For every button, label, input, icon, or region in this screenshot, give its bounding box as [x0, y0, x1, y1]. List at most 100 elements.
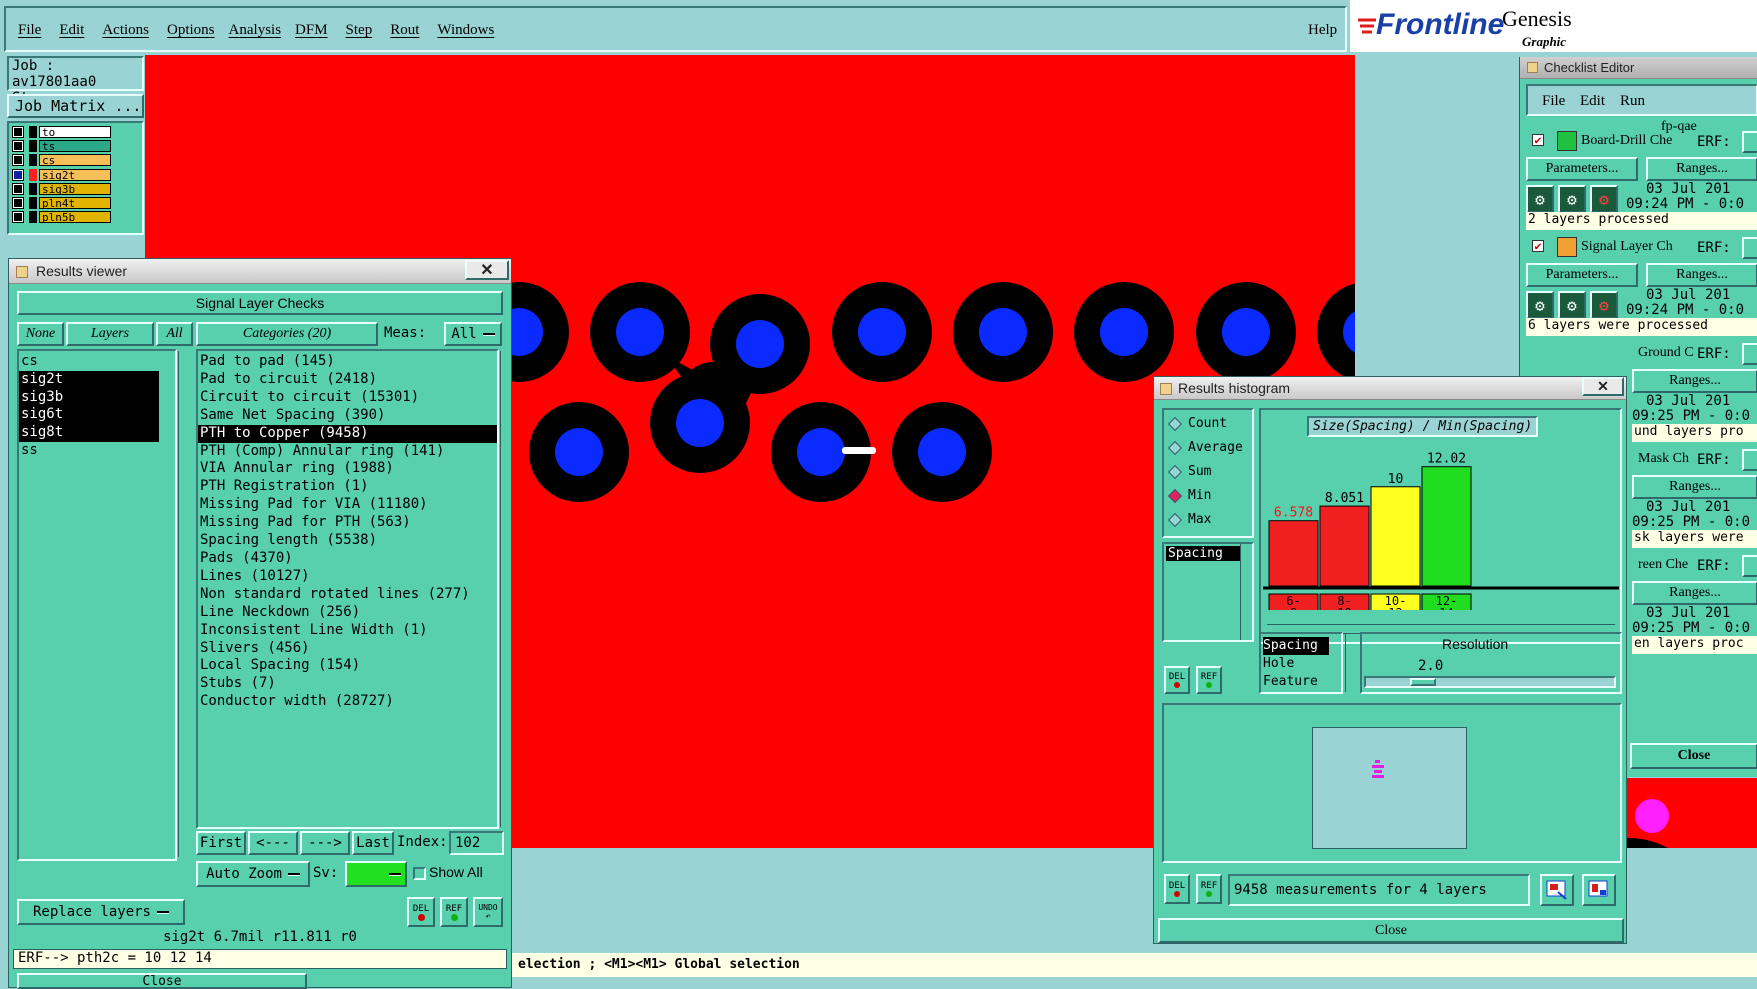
histogram-bar[interactable] — [1421, 466, 1472, 587]
result-layer-item[interactable]: sig2t — [19, 370, 159, 389]
mode-max-option[interactable]: Max — [1167, 512, 1211, 527]
measure-selected[interactable]: Spacing — [1166, 546, 1240, 561]
preview-ref-button[interactable]: REF — [1196, 874, 1222, 904]
erf-dropdown[interactable] — [1742, 343, 1757, 365]
prev-button[interactable]: <--- — [248, 831, 298, 855]
params-button[interactable]: Parameters... — [1526, 157, 1638, 181]
erf-dropdown[interactable] — [1742, 131, 1757, 153]
layer-row[interactable]: cs — [9, 153, 142, 167]
menu-item-edit[interactable]: Edit — [59, 22, 84, 39]
category-item[interactable]: Same Net Spacing (390) — [198, 407, 497, 425]
measure-scrollbar[interactable] — [1240, 544, 1252, 640]
last-button[interactable]: Last — [352, 831, 394, 855]
layer-results-list[interactable]: cs sig2t sig3b sig6t sig8t ss — [17, 349, 177, 861]
next-button[interactable]: ---> — [300, 831, 350, 855]
result-layer-item[interactable]: cs — [19, 353, 159, 371]
histogram-close-button[interactable]: Close — [1158, 918, 1624, 943]
job-matrix-button[interactable]: Job Matrix ... — [7, 94, 144, 118]
meas-dropdown[interactable]: All — [444, 322, 502, 346]
category-item[interactable]: Local Spacing (154) — [198, 657, 497, 675]
close-icon[interactable]: ✕ — [1582, 377, 1624, 396]
all-button[interactable]: All — [156, 322, 193, 346]
menu-item-analysis[interactable]: Analysis — [229, 22, 282, 39]
erf-dropdown[interactable] — [1742, 237, 1757, 259]
menu-help[interactable]: Help — [1308, 22, 1337, 39]
layer-checkbox[interactable] — [12, 140, 24, 153]
categories-button[interactable]: Categories (20) — [196, 322, 378, 346]
resolution-slider[interactable] — [1364, 676, 1616, 688]
slider-thumb[interactable] — [1410, 678, 1436, 686]
category-item[interactable]: Slivers (456) — [198, 640, 497, 658]
histogram-bar[interactable] — [1370, 486, 1421, 587]
category-item[interactable]: PTH Registration (1) — [198, 478, 497, 496]
layer-row[interactable]: pln5b — [9, 210, 142, 224]
check-enabled-icon[interactable]: ✔ — [1532, 240, 1544, 252]
category-item[interactable]: PTH to Copper (9458) — [198, 424, 497, 443]
result-layer-item[interactable]: sig8t — [19, 424, 159, 442]
category-item[interactable]: PTH (Comp) Annular ring (141) — [198, 443, 497, 461]
category-item[interactable]: Missing Pad for VIA (11180) — [198, 496, 497, 514]
category-item[interactable]: Inconsistent Line Width (1) — [198, 622, 497, 640]
ranges-button[interactable]: Ranges... — [1632, 475, 1757, 499]
menu-item-options[interactable]: Options — [167, 22, 215, 39]
run-step-icon[interactable]: ⚙ — [1558, 291, 1586, 319]
layer-checkbox[interactable] — [12, 126, 24, 139]
mode-sum-option[interactable]: Sum — [1167, 464, 1211, 479]
stop-icon[interactable]: ⚙ — [1590, 291, 1618, 319]
category-item[interactable]: VIA Annular ring (1988) — [198, 460, 497, 478]
result-layer-item[interactable]: sig3b — [19, 388, 159, 407]
layer-row[interactable]: sig2t — [9, 168, 142, 182]
mode-average-option[interactable]: Average — [1167, 440, 1243, 455]
checklist-menu-file[interactable]: File — [1542, 93, 1565, 110]
layer-checkbox[interactable] — [12, 197, 24, 210]
run-icon[interactable]: ⚙ — [1526, 291, 1554, 319]
category-item[interactable]: Pad to pad (145) — [198, 353, 497, 371]
preview-del-button[interactable]: DEL — [1164, 874, 1190, 904]
category-list[interactable]: Pad to pad (145) Pad to circuit (2418) Cir… — [196, 349, 499, 829]
category-item[interactable]: Lines (10127) — [198, 568, 497, 586]
menu-item-rout[interactable]: Rout — [390, 22, 419, 39]
results-viewer-titlebar[interactable]: Results viewer ✕ — [9, 259, 511, 284]
undo-button[interactable]: UNDO ↶ — [473, 897, 503, 927]
category-item[interactable]: Missing Pad for PTH (563) — [198, 514, 497, 532]
layer-row[interactable]: to — [9, 125, 142, 139]
category-item[interactable]: Line Neckdown (256) — [198, 604, 497, 622]
first-button[interactable]: First — [196, 831, 246, 855]
checklist-close-button[interactable]: Close — [1630, 743, 1757, 769]
layer-checkbox[interactable] — [12, 154, 24, 167]
mode-min-option[interactable]: Min — [1167, 488, 1211, 503]
category-item[interactable]: Pads (4370) — [198, 550, 497, 568]
layer-checkbox[interactable] — [12, 168, 24, 181]
menu-item-actions[interactable]: Actions — [102, 22, 149, 39]
checklist-menu-run[interactable]: Run — [1620, 93, 1645, 110]
category-item[interactable]: Conductor width (28727) — [198, 693, 497, 711]
histogram-measure-list[interactable]: Spacing — [1162, 542, 1254, 642]
ref-button[interactable]: REF — [440, 897, 468, 927]
erf-dropdown[interactable] — [1742, 555, 1757, 577]
menu-item-windows[interactable]: Windows — [437, 22, 494, 39]
show-all-checkbox[interactable] — [413, 867, 426, 880]
category-item[interactable]: Stubs (7) — [198, 675, 497, 693]
run-step-icon[interactable]: ⚙ — [1558, 185, 1586, 213]
hist-del-button[interactable]: DEL — [1164, 666, 1190, 694]
category-item[interactable]: Spacing length (5538) — [198, 532, 497, 550]
histogram-bar[interactable] — [1319, 505, 1370, 587]
result-layer-item[interactable]: ss — [19, 442, 159, 460]
layers-button[interactable]: Layers — [66, 322, 154, 346]
zoom-select-icon[interactable] — [1540, 874, 1574, 906]
erf-dropdown[interactable] — [1742, 449, 1757, 471]
auto-zoom-dropdown[interactable]: Auto Zoom — [196, 861, 310, 887]
params-button[interactable]: Parameters... — [1526, 263, 1638, 287]
measure-hole[interactable]: Hole — [1263, 655, 1339, 673]
mode-count-option[interactable]: Count — [1167, 416, 1227, 431]
check-enabled-icon[interactable]: ✔ — [1532, 134, 1544, 146]
category-item[interactable]: Circuit to circuit (15301) — [198, 389, 497, 407]
layer-row[interactable]: sig3b — [9, 182, 142, 196]
menu-item-dfm[interactable]: DFM — [295, 22, 328, 39]
histogram-bar[interactable] — [1268, 520, 1319, 587]
ranges-button[interactable]: Ranges... — [1632, 369, 1757, 393]
stop-icon[interactable]: ⚙ — [1590, 185, 1618, 213]
histogram-titlebar[interactable]: Results histogram ✕ — [1154, 377, 1626, 400]
menu-item-file[interactable]: File — [18, 22, 41, 39]
layer-checkbox[interactable] — [12, 211, 24, 224]
